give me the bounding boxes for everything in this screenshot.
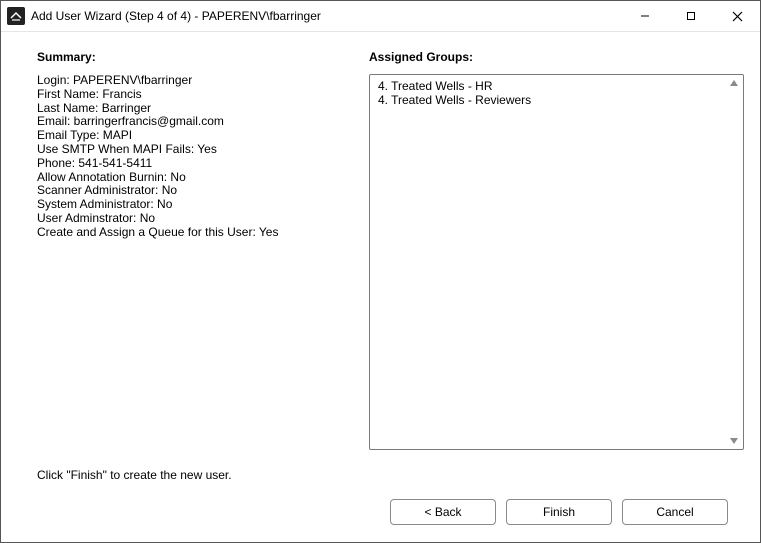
footer-buttons: < Back Finish Cancel [19, 482, 744, 542]
summary-header: Summary: [37, 50, 339, 64]
close-button[interactable] [714, 1, 760, 31]
summary-column: Summary: Login: PAPERENV\fbarringer Firs… [19, 50, 339, 450]
summary-line: Scanner Administrator: No [37, 184, 339, 198]
app-icon [7, 7, 25, 25]
window-controls [622, 1, 760, 31]
summary-line: System Administrator: No [37, 198, 339, 212]
scroll-down-icon[interactable] [728, 435, 740, 447]
summary-line: Allow Annotation Burnin: No [37, 171, 339, 185]
assigned-groups-list[interactable]: 4. Treated Wells - HR 4. Treated Wells -… [369, 74, 744, 450]
summary-line: First Name: Francis [37, 88, 339, 102]
summary-line: Last Name: Barringer [37, 102, 339, 116]
minimize-button[interactable] [622, 1, 668, 31]
body-area: Summary: Login: PAPERENV\fbarringer Firs… [1, 32, 760, 542]
window-title: Add User Wizard (Step 4 of 4) - PAPERENV… [31, 9, 321, 23]
list-item[interactable]: 4. Treated Wells - HR [378, 79, 725, 93]
cancel-button[interactable]: Cancel [622, 499, 728, 525]
wizard-window: Add User Wizard (Step 4 of 4) - PAPERENV… [0, 0, 761, 543]
columns: Summary: Login: PAPERENV\fbarringer Firs… [19, 50, 744, 450]
left-stripe [1, 32, 9, 542]
summary-line: Create and Assign a Queue for this User:… [37, 226, 339, 240]
summary-line: Email Type: MAPI [37, 129, 339, 143]
content: Summary: Login: PAPERENV\fbarringer Firs… [9, 32, 760, 542]
summary-lines: Login: PAPERENV\fbarringer First Name: F… [37, 74, 339, 240]
hint-text: Click "Finish" to create the new user. [37, 468, 744, 482]
summary-line: User Adminstrator: No [37, 212, 339, 226]
summary-line: Phone: 541-541-5411 [37, 157, 339, 171]
list-item[interactable]: 4. Treated Wells - Reviewers [378, 93, 725, 107]
groups-column: Assigned Groups: 4. Treated Wells - HR 4… [369, 50, 744, 450]
summary-line: Use SMTP When MAPI Fails: Yes [37, 143, 339, 157]
scroll-up-icon[interactable] [728, 77, 740, 89]
finish-button[interactable]: Finish [506, 499, 612, 525]
summary-line: Email: barringerfrancis@gmail.com [37, 115, 339, 129]
titlebar: Add User Wizard (Step 4 of 4) - PAPERENV… [1, 1, 760, 32]
groups-header: Assigned Groups: [369, 50, 744, 64]
maximize-button[interactable] [668, 1, 714, 31]
back-button[interactable]: < Back [390, 499, 496, 525]
summary-line: Login: PAPERENV\fbarringer [37, 74, 339, 88]
